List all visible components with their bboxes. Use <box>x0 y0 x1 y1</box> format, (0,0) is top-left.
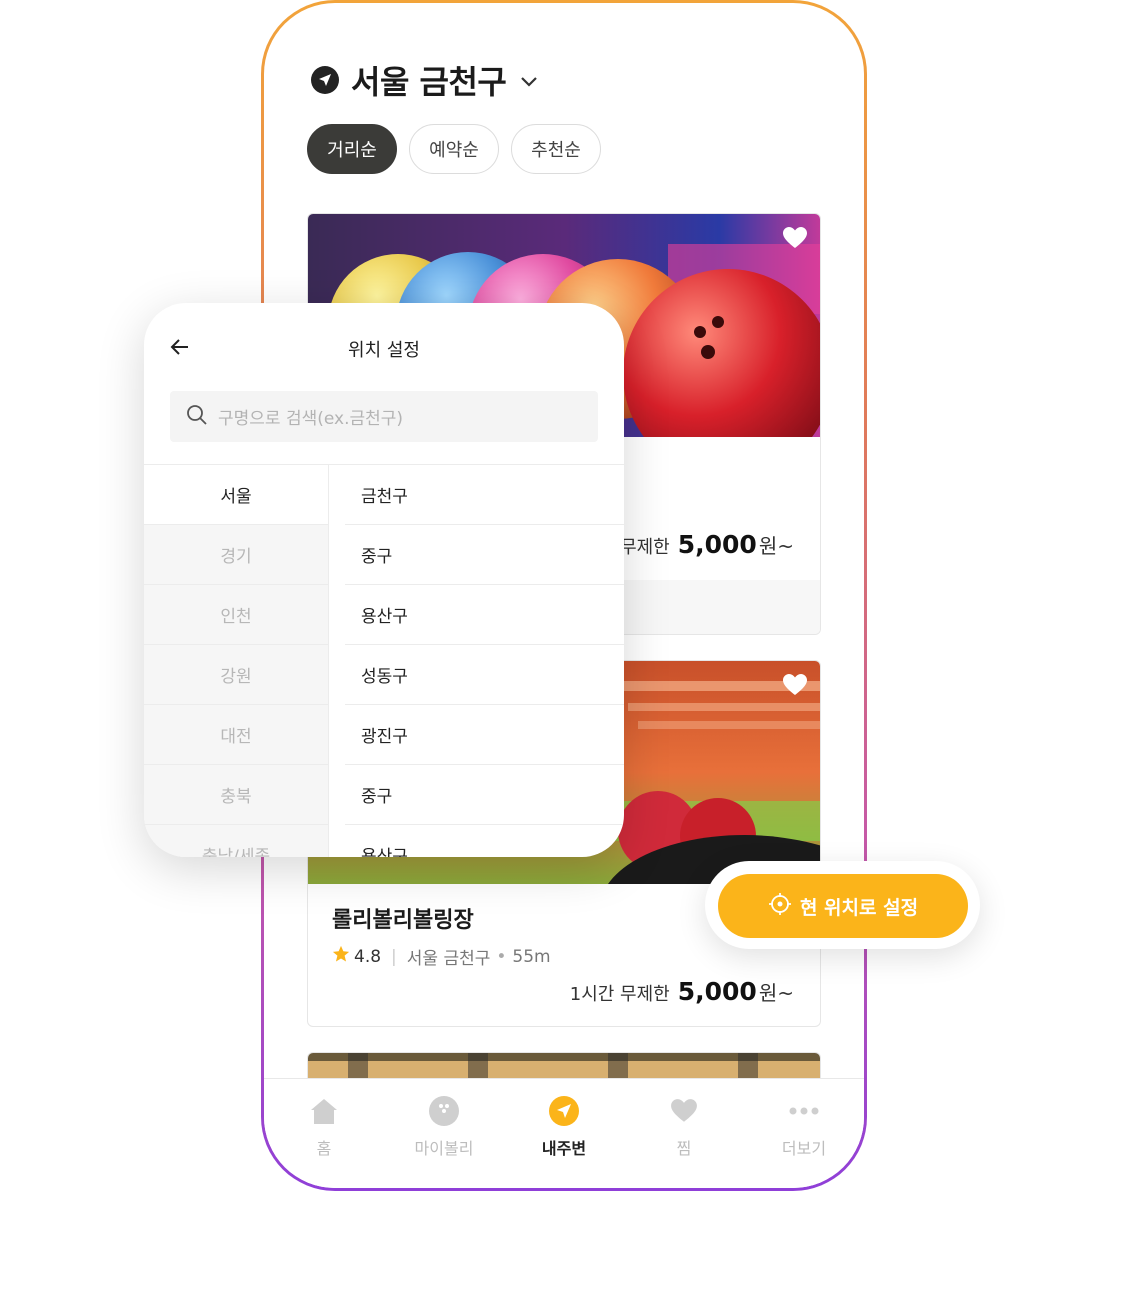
region-item[interactable]: 서울 <box>144 465 328 525</box>
sort-tab-distance[interactable]: 거리순 <box>307 124 397 174</box>
dot-separator: • <box>496 946 507 967</box>
location-arrow-icon <box>548 1095 580 1127</box>
price-value: 5,000 <box>677 977 757 1006</box>
nav-home[interactable]: 홈 <box>264 1079 384 1188</box>
nav-label: 찜 <box>676 1139 692 1158</box>
location-arrow-icon <box>311 66 339 94</box>
district-item[interactable]: 금천구 <box>345 465 624 525</box>
district-item[interactable]: 용산구 <box>345 585 624 645</box>
district-item[interactable]: 중구 <box>345 525 624 585</box>
region-list: 서울 경기 인천 강원 대전 충북 충남/세종 <box>144 465 329 857</box>
nav-label: 더보기 <box>781 1139 827 1158</box>
nav-label: 내주변 <box>541 1139 587 1158</box>
district-item[interactable]: 용산구 <box>345 825 624 857</box>
region-item[interactable]: 충북 <box>144 765 328 825</box>
district-item[interactable]: 중구 <box>345 765 624 825</box>
region-item[interactable]: 인천 <box>144 585 328 645</box>
star-icon <box>332 945 350 968</box>
sort-tab-recommend[interactable]: 추천순 <box>511 124 601 174</box>
district-item[interactable]: 광진구 <box>345 705 624 765</box>
price-row: 간 무제한 5,000 원~ <box>598 530 794 559</box>
region-item[interactable]: 경기 <box>144 525 328 585</box>
venue-distance: 55m <box>512 946 551 967</box>
sort-tab-reservation[interactable]: 예약순 <box>409 124 499 174</box>
price-unit: 원~ <box>758 534 794 558</box>
district-item[interactable]: 성동구 <box>345 645 624 705</box>
nav-label: 마이볼리 <box>414 1139 474 1158</box>
current-location-button-wrap: 현 위치로 설정 <box>705 861 980 949</box>
sort-tabs: 거리순 예약순 추천순 <box>307 124 601 174</box>
price-prefix: 1시간 무제한 <box>569 984 670 1005</box>
heart-icon[interactable] <box>782 226 808 254</box>
location-settings-modal: 위치 설정 구명으로 검색(ex.금천구) 서울 경기 인천 강원 대전 충북 … <box>144 303 624 857</box>
heart-icon <box>670 1095 698 1127</box>
nav-more[interactable]: 더보기 <box>744 1079 864 1188</box>
location-title: 서울 금천구 <box>351 63 507 101</box>
modal-title: 위치 설정 <box>348 340 420 361</box>
modal-header: 위치 설정 <box>144 303 624 391</box>
region-item[interactable]: 강원 <box>144 645 328 705</box>
region-picker: 서울 경기 인천 강원 대전 충북 충남/세종 금천구 중구 용산구 성동구 광… <box>144 464 624 857</box>
district-search-input[interactable]: 구명으로 검색(ex.금천구) <box>170 391 598 442</box>
price-value: 5,000 <box>677 530 757 559</box>
home-icon <box>309 1095 339 1127</box>
set-current-location-button[interactable]: 현 위치로 설정 <box>718 874 968 938</box>
crosshair-icon <box>768 892 792 921</box>
nav-label: 홈 <box>316 1139 332 1158</box>
chevron-down-icon <box>520 73 538 92</box>
divider: | <box>391 946 397 967</box>
search-placeholder: 구명으로 검색(ex.금천구) <box>218 409 404 429</box>
district-list: 금천구 중구 용산구 성동구 광진구 중구 용산구 <box>329 465 624 857</box>
more-dots-icon <box>788 1095 820 1127</box>
search-icon <box>186 404 208 430</box>
region-item[interactable]: 대전 <box>144 705 328 765</box>
nav-wishlist[interactable]: 찜 <box>624 1079 744 1188</box>
heart-icon[interactable] <box>782 673 808 701</box>
nav-nearby[interactable]: 내주변 <box>504 1079 624 1188</box>
nav-my-bolly[interactable]: 마이볼리 <box>384 1079 504 1188</box>
venue-region: 서울 금천구 <box>406 949 491 969</box>
venue-rating: 4.8 <box>354 946 382 967</box>
venue-meta: 4.8 | 서울 금천구 • 55m <box>332 944 796 969</box>
region-item[interactable]: 충남/세종 <box>144 825 328 857</box>
price-row: 1시간 무제한 5,000 원~ <box>570 977 794 1006</box>
bottom-nav: 홈 마이볼리 내주변 찜 더보기 <box>264 1078 864 1188</box>
price-unit: 원~ <box>758 981 794 1005</box>
bowling-ball-icon <box>428 1095 460 1127</box>
button-label: 현 위치로 설정 <box>799 896 919 919</box>
location-header[interactable]: 서울 금천구 <box>311 57 538 103</box>
